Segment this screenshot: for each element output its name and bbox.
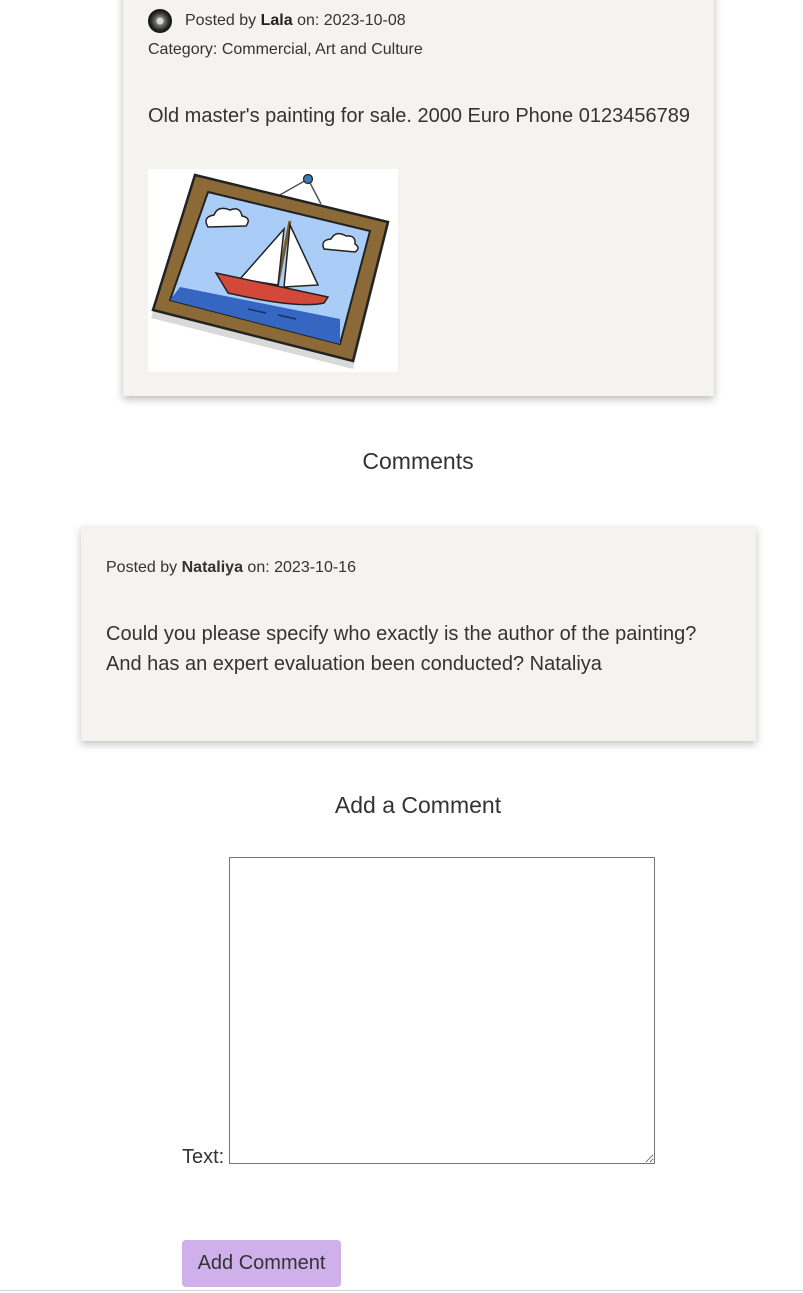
- comment-author: Nataliya: [181, 559, 243, 576]
- comments-heading: Comments: [362, 448, 474, 474]
- painting-illustration: [151, 173, 390, 369]
- category-label: Category:: [148, 41, 222, 58]
- hanging-pin-icon: [302, 173, 314, 185]
- comment-textarea[interactable]: [229, 857, 655, 1164]
- category-values: Commercial, Art and Culture: [221, 41, 423, 58]
- post-card: Posted by Lala on: 2023-10-08 Category: …: [123, 0, 714, 396]
- post-meta: Posted by Lala on: 2023-10-08: [148, 9, 406, 33]
- on-label: on:: [292, 12, 324, 29]
- post-image: [148, 169, 398, 372]
- page-divider: [0, 1290, 803, 1291]
- post-category: Category: Commercial, Art and Culture: [148, 41, 423, 59]
- posted-by-label: Posted by: [185, 12, 261, 29]
- post-date: 2023-10-08: [323, 12, 406, 29]
- comment-card: Posted by Nataliya on: 2023-10-16 Could …: [81, 527, 756, 741]
- hanging-wire-left: [277, 178, 309, 197]
- comment-posted-by-label: Posted by: [106, 559, 182, 576]
- comment-date: 2023-10-16: [274, 559, 356, 576]
- post-body: Old master's painting for sale. 2000 Eur…: [148, 105, 690, 127]
- add-comment-button[interactable]: Add Comment: [182, 1240, 341, 1287]
- comment-meta: Posted by Nataliya on: 2023-10-16: [106, 559, 356, 577]
- page: Posted by Lala on: 2023-10-08 Category: …: [0, 0, 803, 1293]
- comment-text-label: Text:: [182, 1146, 225, 1168]
- author-avatar: [148, 9, 172, 33]
- post-meta-text: Posted by Lala on: 2023-10-08: [185, 12, 406, 30]
- add-comment-heading: Add a Comment: [334, 792, 502, 818]
- comment-body: Could you please specify who exactly is …: [106, 623, 697, 675]
- post-author: Lala: [260, 12, 293, 29]
- comment-on-label: on:: [242, 559, 275, 576]
